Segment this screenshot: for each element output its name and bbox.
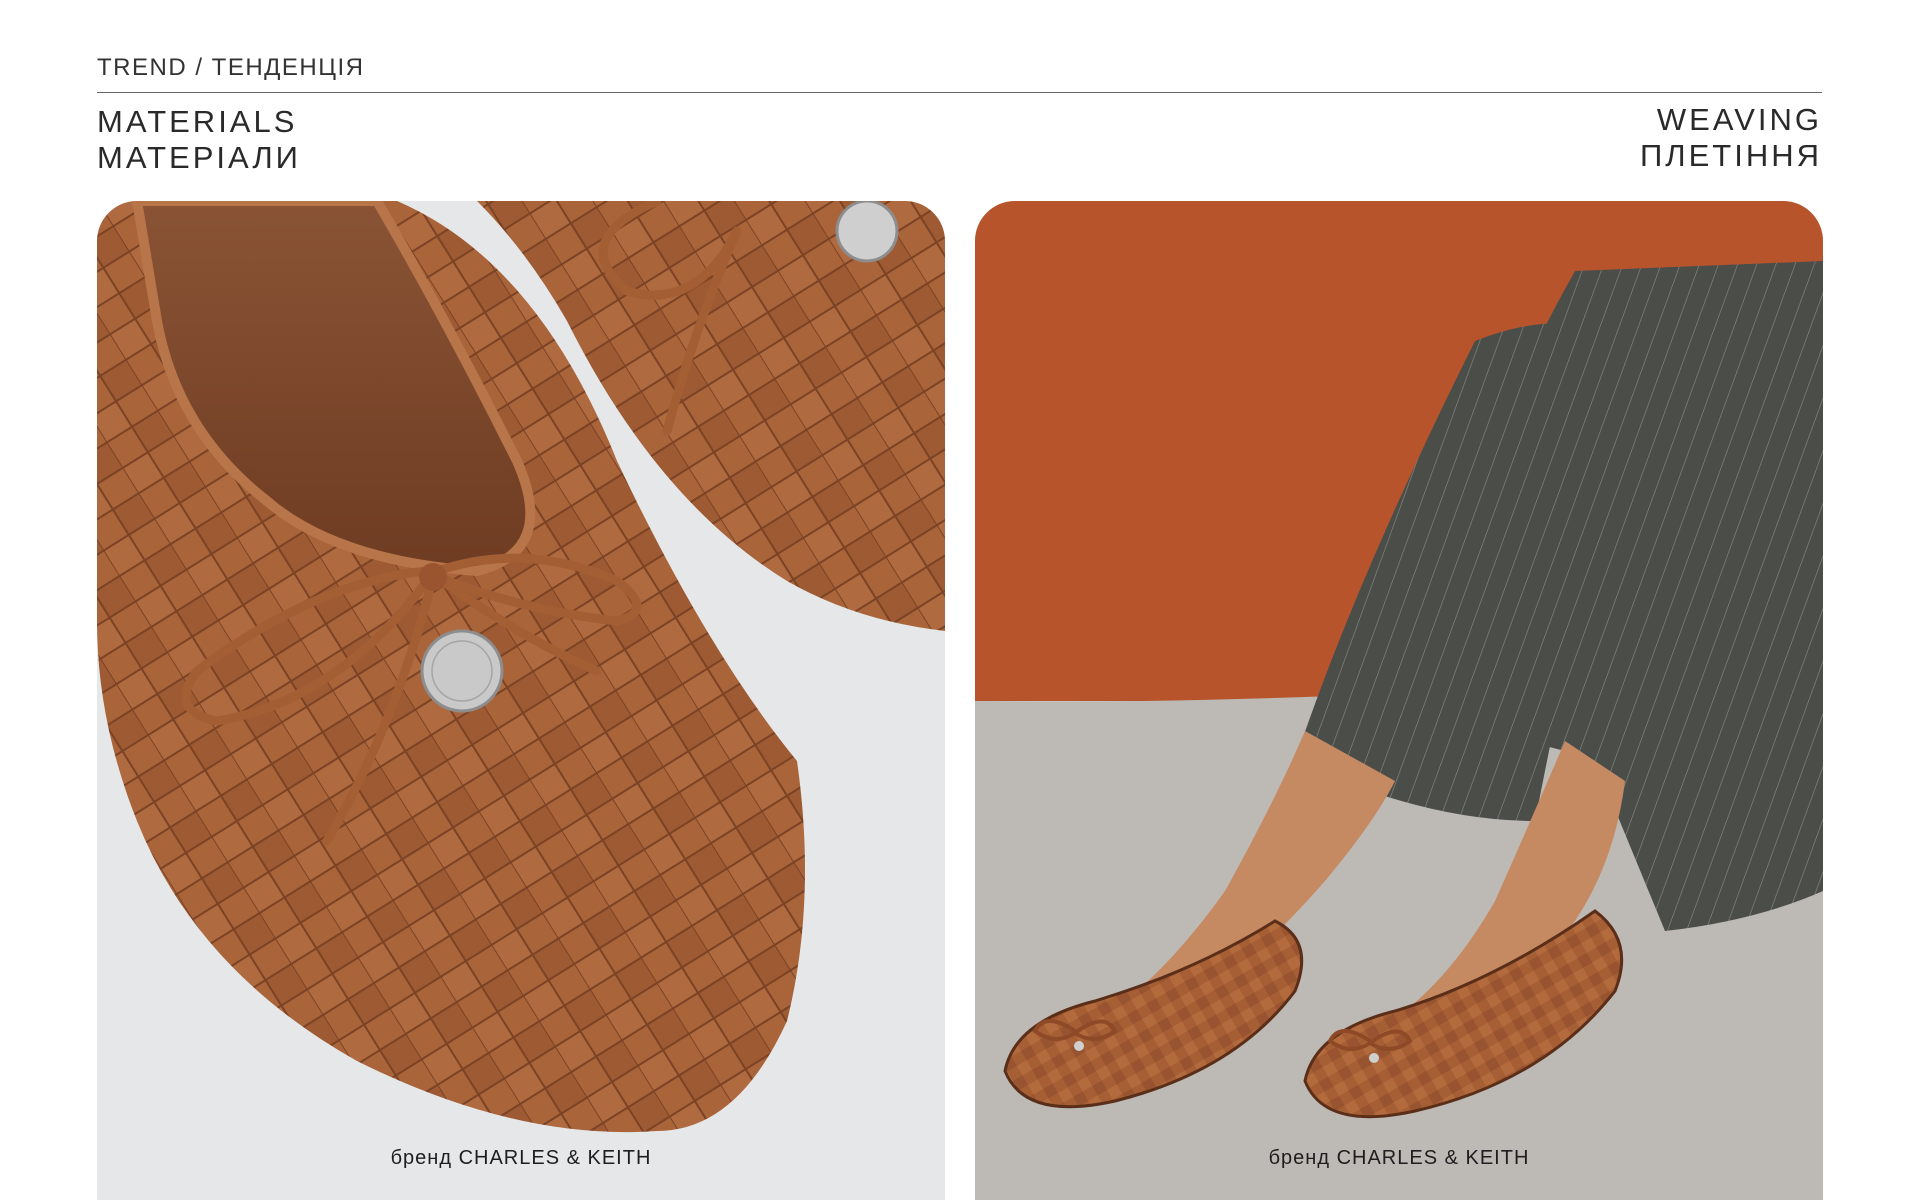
topic-title-ua: ПЛЕТІННЯ	[1639, 138, 1822, 173]
section-title-en: MATERIALS	[97, 104, 298, 139]
section-heading: MATERIALS МАТЕРІАЛИ	[97, 104, 301, 176]
right-photo-caption: бренд CHARLES & KEITH	[1268, 1147, 1530, 1169]
section-title-ua: МАТЕРІАЛИ	[97, 140, 301, 175]
trend-label: TREND / ТЕНДЕНЦІЯ	[97, 54, 365, 81]
model-wearing-flats-photo: бренд CHARLES & KEITH	[975, 201, 1823, 1200]
topic-heading: WEAVING ПЛЕТІННЯ	[1640, 102, 1822, 174]
header-divider	[97, 92, 1822, 93]
left-photo-caption: бренд CHARLES & KEITH	[390, 1147, 652, 1169]
model-scene-illustration	[975, 201, 1823, 1200]
shoe-closeup-photo: бренд CHARLES & KEITH	[97, 201, 945, 1200]
woven-flat-illustration	[97, 201, 945, 1133]
topic-title-en: WEAVING	[1656, 102, 1822, 137]
